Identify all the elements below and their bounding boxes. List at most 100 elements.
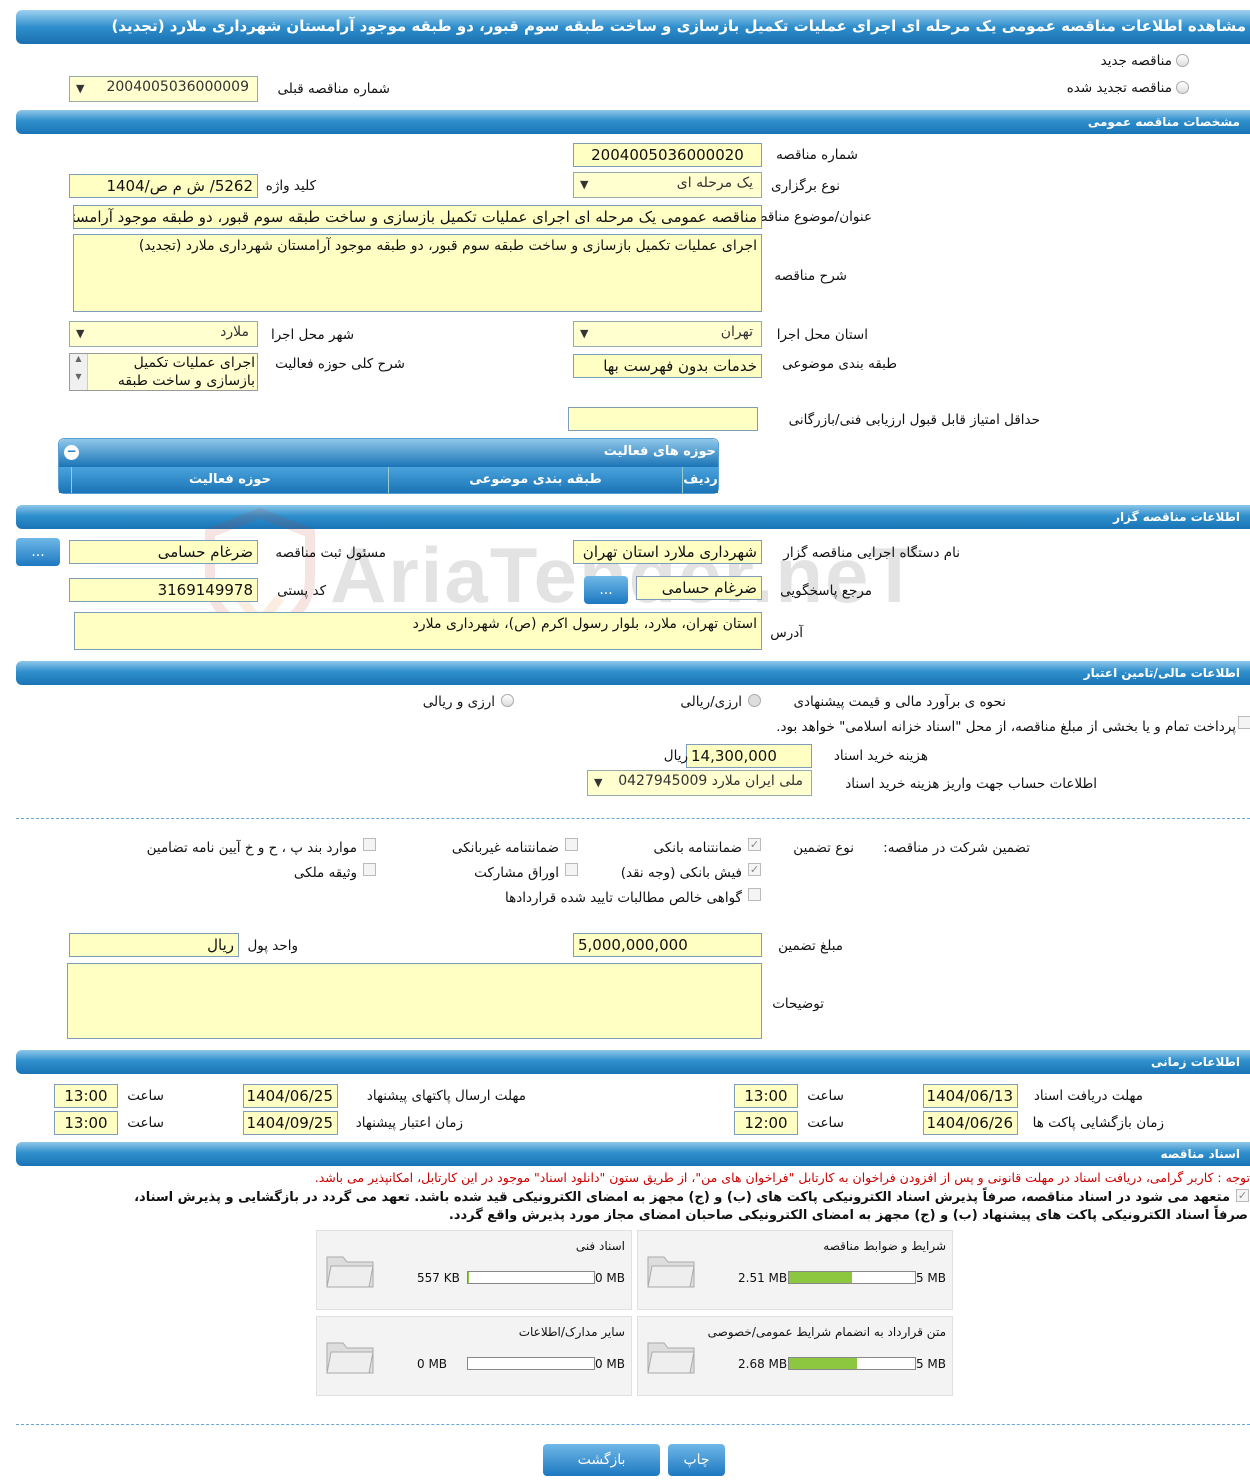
- nonbank-guarantee-label: ضمانتنامه غیربانکی: [451, 840, 559, 856]
- bonds-checkbox[interactable]: [565, 863, 578, 876]
- property-checkbox[interactable]: [363, 863, 376, 876]
- folder-icon: [326, 1342, 374, 1374]
- min-score-label: حداقل امتیاز قابل قبول ارزیابی فنی/بازرگ…: [788, 412, 1040, 428]
- prev-number-label: شماره مناقصه قبلی: [277, 81, 390, 97]
- bank-receipt-label: فیش بانکی (وجه نقد): [620, 865, 742, 881]
- account-select[interactable]: ▼ ملی ایران ملارد 0427945009: [587, 770, 812, 796]
- type-select[interactable]: ▼ یک مرحله ای: [573, 172, 762, 198]
- activity-grid: حوزه های فعالیت − ردیف طبقه بندی موضوعی …: [58, 438, 719, 494]
- responder-label: مرجع پاسخگویی: [780, 583, 872, 599]
- scope-label: شرح کلی حوزه فعالیت: [275, 356, 405, 372]
- open-date: 1404/06/26: [923, 1111, 1018, 1135]
- currency-field: ریال: [69, 933, 239, 957]
- estimate-label: نحوه ی برآورد مالی و قیمت پیشنهادی: [793, 694, 1006, 710]
- tender-number-field: 2004005036000020: [573, 143, 762, 167]
- activity-grid-title: حوزه های فعالیت: [59, 439, 718, 467]
- rial-label: ارزی/ریالی: [680, 694, 742, 710]
- bank-guarantee-checkbox[interactable]: ✓: [748, 838, 761, 851]
- open-label: زمان بازگشایی پاکت ها: [1032, 1115, 1164, 1131]
- treasury-checkbox[interactable]: [1238, 716, 1250, 729]
- section-tenderer: اطلاعات مناقصه گزار: [16, 505, 1250, 529]
- receive-date: 1404/06/13: [923, 1084, 1018, 1108]
- responder-field: ضرغام حسامی: [636, 576, 762, 600]
- registrar-label: مسئول ثبت مناقصه: [275, 545, 386, 561]
- file-used: 2.51 MB: [738, 1271, 788, 1285]
- address-field: استان تهران، ملارد، بلوار رسول اکرم (ص)،…: [74, 612, 762, 650]
- file-name: شرایط و ضوابط مناقصه: [823, 1239, 946, 1253]
- divider: [16, 1424, 1250, 1425]
- category-field: خدمات بدون فهرست بها: [573, 354, 762, 378]
- section-finance: اطلاعات مالی/تامین اعتبار: [16, 661, 1250, 685]
- scope-list[interactable]: ▲ ▼ اجرای عملیات تکمیل بازسازی و ساخت طبق…: [69, 353, 258, 391]
- chevron-down-icon: ▼: [580, 178, 589, 191]
- rial-radio[interactable]: [748, 694, 761, 707]
- file-used: 2.68 MB: [738, 1357, 788, 1371]
- subject-field: مناقصه عمومی یک مرحله ای اجرای عملیات تک…: [73, 205, 762, 229]
- renewed-tender-radio[interactable]: [1176, 81, 1189, 94]
- file-max: 5 MB: [915, 1271, 946, 1285]
- file-card[interactable]: شرایط و ضوابط مناقصه 5 MB 2.51 MB: [637, 1230, 953, 1310]
- registrar-field: ضرغام حسامی: [69, 540, 258, 564]
- fx-radio[interactable]: [501, 694, 514, 707]
- prev-number-select[interactable]: ▼ 2004005036000009: [69, 76, 258, 102]
- file-card[interactable]: اسناد فنی 50 MB 557 KB: [316, 1230, 632, 1310]
- validity-time-label: ساعت: [127, 1115, 164, 1131]
- org-label: نام دستگاه اجرایی مناقصه گزار: [783, 545, 960, 561]
- folder-icon: [647, 1342, 695, 1374]
- receive-time: 13:00: [734, 1084, 798, 1108]
- new-tender-radio[interactable]: [1176, 54, 1189, 67]
- postal-field: 3169149978: [69, 578, 258, 602]
- doc-fee-field: 14,300,000: [686, 744, 812, 768]
- province-label: استان محل اجرا: [776, 327, 868, 343]
- chevron-down-icon: ▼: [76, 82, 85, 95]
- send-time-label: ساعت: [127, 1088, 164, 1104]
- scope-text: اجرای عملیات تکمیل بازسازی و ساخت طبقه: [117, 355, 255, 389]
- collapse-icon[interactable]: −: [64, 445, 79, 460]
- page-title: مشاهده اطلاعات مناقصه عمومی یک مرحله ای …: [16, 10, 1250, 44]
- back-button[interactable]: بازگشت: [543, 1444, 660, 1476]
- file-card[interactable]: سایر مدارک/اطلاعات 50 MB 0 MB: [316, 1316, 632, 1396]
- org-field: شهرداری ملارد استان تهران: [573, 540, 762, 564]
- file-name: متن قرارداد به انضمام شرایط عمومی/خصوصی: [707, 1325, 946, 1339]
- file-max: 5 MB: [915, 1357, 946, 1371]
- account-label: اطلاعات حساب جهت واریز هزینه خرید اسناد: [845, 776, 1097, 792]
- doc-fee-unit: ریال: [663, 748, 688, 764]
- receive-time-label: ساعت: [807, 1088, 844, 1104]
- bank-receipt-checkbox[interactable]: ✓: [748, 863, 761, 876]
- print-button[interactable]: چاپ: [668, 1444, 725, 1476]
- guarantee-amount-label: مبلغ تضمین: [778, 938, 843, 954]
- scrollbar[interactable]: ▲ ▼: [70, 354, 88, 390]
- open-time: 12:00: [734, 1111, 798, 1135]
- claims-label: گواهی خالص مطالبات تایید شده قراردادها: [505, 890, 742, 906]
- responder-more-button[interactable]: ...: [584, 576, 628, 604]
- commit-checkbox[interactable]: ✓: [1236, 1189, 1249, 1202]
- activity-grid-header: ردیف طبقه بندی موضوعی حوزه فعالیت: [59, 467, 718, 493]
- new-tender-label: مناقصه جدید: [1100, 53, 1172, 69]
- col-activity[interactable]: حوزه فعالیت: [71, 467, 388, 493]
- subject-label: عنوان/موضوع مناقصه: [748, 209, 872, 225]
- category-label: طبقه بندی موضوعی: [782, 356, 897, 372]
- city-select[interactable]: ▼ ملارد: [69, 321, 258, 347]
- file-progress: [788, 1357, 916, 1370]
- notes-label: توضیحات: [772, 996, 824, 1012]
- currency-label: واحد پول: [247, 938, 298, 954]
- registrar-more-button[interactable]: ...: [16, 538, 60, 566]
- clauses-checkbox[interactable]: [363, 838, 376, 851]
- col-row[interactable]: ردیف: [682, 467, 718, 493]
- validity-date: 1404/09/25: [243, 1111, 338, 1135]
- file-used: 0 MB: [417, 1357, 448, 1371]
- nonbank-guarantee-checkbox[interactable]: [565, 838, 578, 851]
- divider: [16, 818, 1250, 819]
- section-general: مشخصات مناقصه عمومی: [16, 110, 1250, 134]
- receive-label: مهلت دریافت اسناد: [1033, 1088, 1143, 1104]
- claims-checkbox[interactable]: [748, 888, 761, 901]
- file-card[interactable]: متن قرارداد به انضمام شرایط عمومی/خصوصی …: [637, 1316, 953, 1396]
- commit-line-1: متعهد می شود در اسناد مناقصه، صرفاً پذیر…: [134, 1190, 1230, 1205]
- province-select[interactable]: ▼ تهران: [573, 321, 762, 347]
- section-docs: اسناد مناقصه: [16, 1142, 1250, 1166]
- notes-field: [67, 963, 762, 1039]
- guarantee-amount-field: 5,000,000,000: [573, 933, 762, 957]
- col-category[interactable]: طبقه بندی موضوعی: [388, 467, 682, 493]
- bonds-label: اوراق مشارکت: [474, 865, 559, 881]
- fx-label: ارزی و ریالی: [422, 694, 495, 710]
